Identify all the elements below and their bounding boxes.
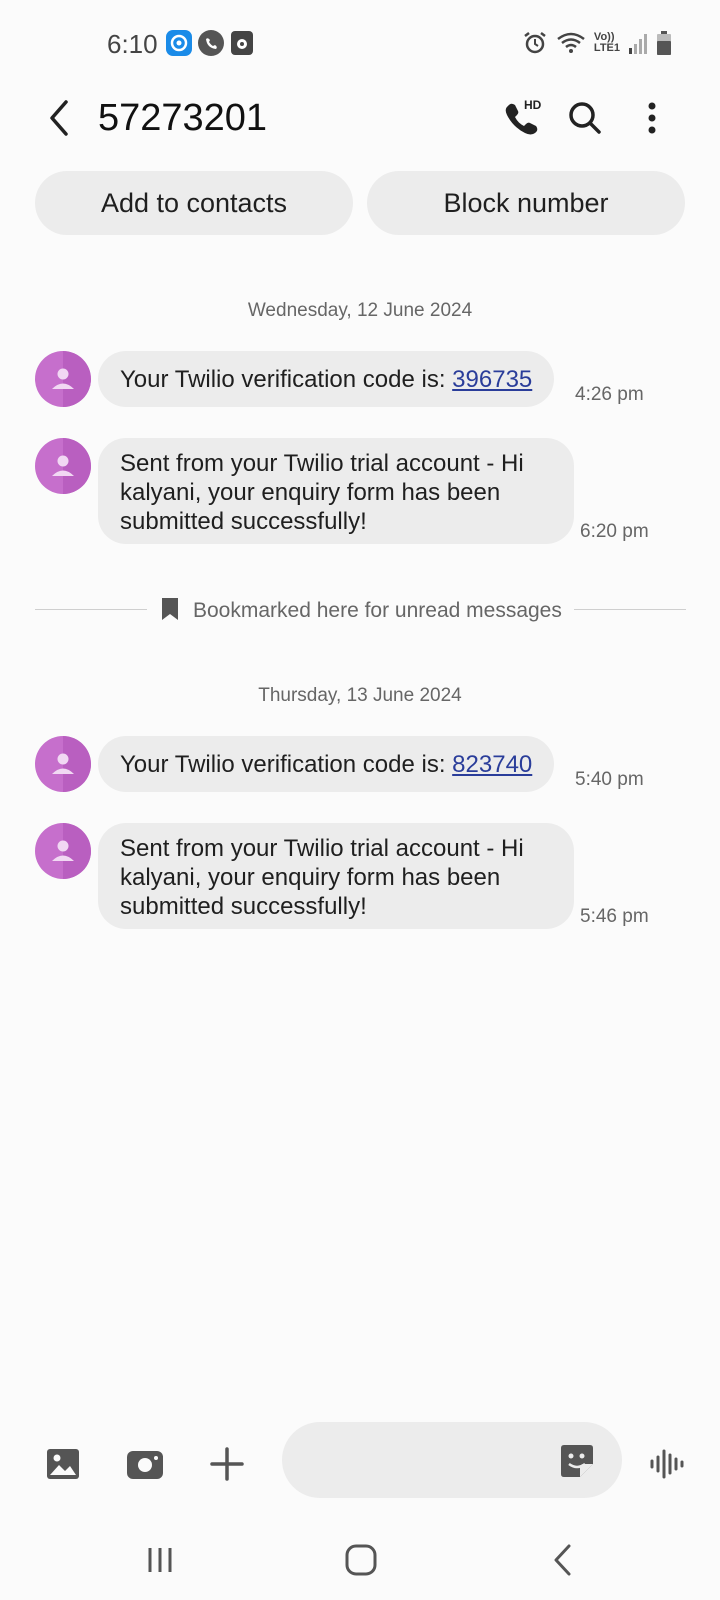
avatar[interactable] [35,351,91,407]
more-options-button[interactable] [626,92,678,144]
message-bubble[interactable]: Your Twilio verification code is: 823740 [98,736,555,792]
lte-label: LTE1 [593,42,620,54]
message-text: Sent from your Twilio trial account - Hi… [120,835,524,920]
message-bubble[interactable]: Sent from your Twilio trial account - Hi… [98,823,574,929]
bookmark-marker [161,597,179,626]
avatar[interactable] [35,823,91,879]
voice-icon [650,1449,684,1479]
wifi-icon [557,32,585,53]
person-icon [52,823,91,879]
app-notification-icon [166,30,192,56]
conversation-title: 57273201 [98,97,268,139]
hd-call-icon: HD [505,98,542,135]
search-icon [569,102,601,134]
back-button[interactable] [40,96,84,140]
plus-icon [210,1447,244,1481]
camera-icon [127,1451,163,1479]
gallery-icon [47,1449,79,1479]
status-indicators: Vo)) LTE1 [522,28,672,58]
home-nav-icon [345,1544,377,1576]
person-icon [52,736,91,792]
battery-icon [657,31,671,55]
person-icon [52,438,91,494]
add-to-contacts-button[interactable]: Add to contacts [35,171,353,235]
message-input[interactable] [282,1422,622,1498]
verification-code-link[interactable]: 396735 [452,365,532,394]
bookmark-label: Bookmarked here for unread messages [193,599,562,622]
message-text: Your Twilio verification code is: [120,365,453,393]
recents-nav-icon [148,1548,172,1572]
message-time: 6:20 pm [580,521,649,542]
divider-line [574,609,686,610]
message-time: 5:46 pm [580,906,649,927]
sticker-button[interactable] [560,1444,594,1483]
network-type-label: Vo)) LTE1 [594,32,620,54]
divider-line [35,609,147,610]
gallery-button[interactable] [42,1443,84,1485]
voice-recorder-button[interactable] [646,1443,688,1485]
recents-nav-button[interactable] [130,1540,190,1580]
more-icon [648,102,656,134]
signal-icon [629,34,647,54]
attach-button[interactable] [206,1443,248,1485]
back-nav-button[interactable] [533,1540,593,1580]
avatar[interactable] [35,736,91,792]
back-nav-icon [554,1544,571,1576]
hd-call-button[interactable]: HD [496,92,548,144]
alarm-icon [524,32,546,54]
message-time: 5:40 pm [575,769,644,790]
hd-label: HD [524,98,542,112]
sticker-icon [561,1445,593,1477]
message-bubble[interactable]: Sent from your Twilio trial account - Hi… [98,438,574,544]
avatar[interactable] [35,438,91,494]
date-separator: Wednesday, 12 June 2024 [247,300,473,321]
camera-button[interactable] [124,1443,166,1485]
message-bubble[interactable]: Your Twilio verification code is: 396735 [98,351,555,407]
bookmark-icon [162,598,178,620]
message-text: Sent from your Twilio trial account - Hi… [120,450,524,535]
home-nav-button[interactable] [331,1540,391,1580]
status-time: 6:10 [107,29,158,59]
date-separator: Thursday, 13 June 2024 [258,685,462,706]
back-icon [50,100,68,136]
verification-code-link[interactable]: 823740 [452,750,532,779]
block-number-button[interactable]: Block number [367,171,685,235]
message-time: 4:26 pm [575,384,644,405]
person-icon [52,351,91,407]
search-button[interactable] [559,92,611,144]
viber-notification-icon [198,30,224,56]
message-text: Your Twilio verification code is: [120,750,453,778]
screenshot-notification-icon [231,31,253,55]
